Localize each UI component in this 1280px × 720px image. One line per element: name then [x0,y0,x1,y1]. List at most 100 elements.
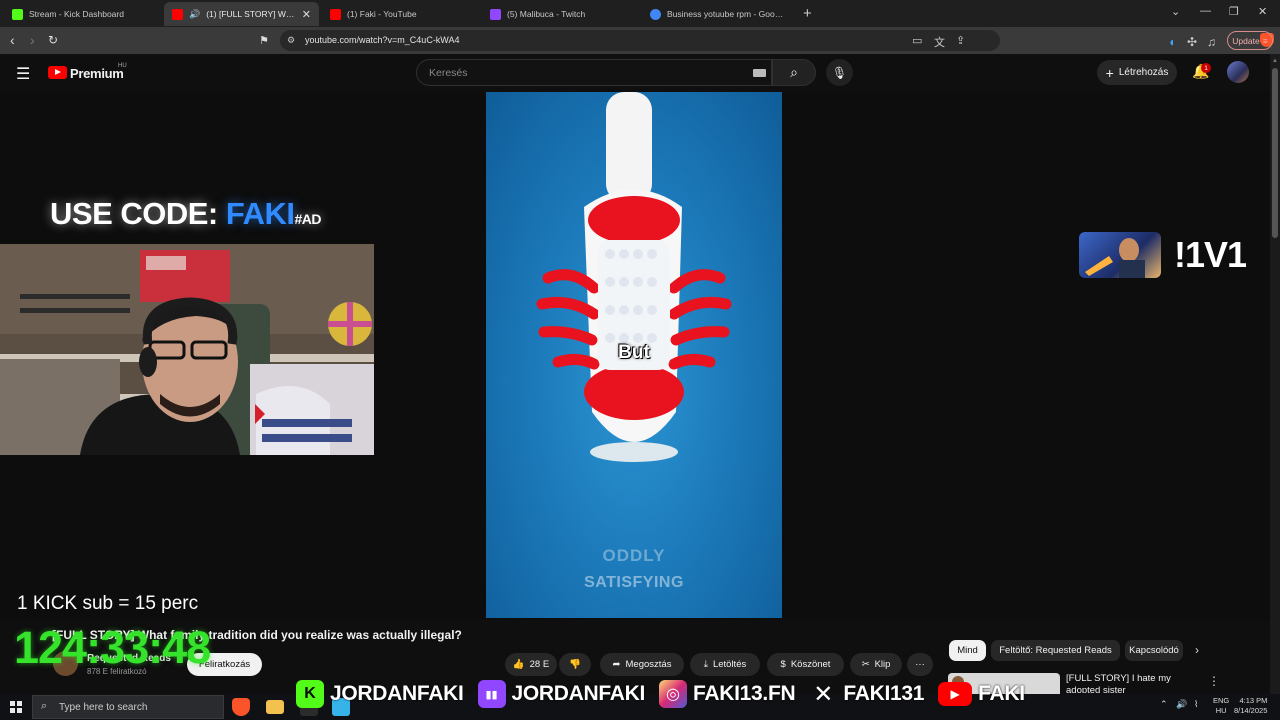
google-favicon-icon [650,8,661,20]
cast-icon[interactable]: ▭ [912,34,922,47]
instagram-handle: FAKI13.FN [693,682,796,705]
update-button[interactable]: Update ≡ [1227,31,1273,50]
microphone-icon: 🎙 [831,65,848,80]
tab-search-chevron-icon[interactable]: ⌄ [1171,5,1180,18]
recommended-more-icon[interactable]: ⋮ [1208,674,1220,688]
social-handles-overlay: K JORDANFAKI ▮▮ JORDANFAKI ◎ FAKI13.FN ✕… [296,679,1039,709]
search-icon: ⌕ [790,64,798,80]
more-actions-button[interactable]: ··· [907,653,933,676]
keyboard-icon[interactable] [753,69,766,77]
social-youtube: ▶ FAKI [938,682,1025,706]
like-button[interactable]: 👍 28 E [505,653,557,676]
language-indicator[interactable]: ENG HU [1213,696,1229,716]
webcam-feed [0,244,374,455]
hamburger-menu-icon[interactable]: ☰ [16,64,30,84]
recommended-title[interactable]: [FULL STORY] I hate my adopted sister [1066,673,1196,693]
volume-icon[interactable]: 🔊 [1176,699,1187,710]
lang-line-1: ENG [1213,696,1230,705]
1v1-command: !1V1 [1174,234,1247,275]
create-button[interactable]: + Létrehozás [1097,60,1177,85]
thanks-button[interactable]: $ Köszönet [767,653,844,676]
forward-icon[interactable]: › [30,32,35,48]
restore-icon[interactable]: ❐ [1229,5,1239,18]
tab-title: Stream - Kick Dashboard [29,9,124,19]
notification-badge: 1 [1201,63,1211,73]
search-input[interactable]: Keresés [416,59,772,86]
1v1-thumbnail [1079,232,1161,278]
tray-chevron-icon[interactable]: ⌃ [1160,699,1168,710]
new-tab-icon[interactable]: + [803,5,812,22]
windows-start-icon[interactable] [10,701,22,713]
search-button[interactable]: ⌕ [772,59,816,86]
translate-icon[interactable]: 文 [934,34,945,50]
channel-watermark-top: ODDLY [602,546,666,565]
brave-browser-icon[interactable] [232,698,250,716]
reload-icon[interactable]: ↻ [48,33,58,47]
browser-address-bar: ‹ › ↻ ⚑ ⚙ youtube.com/watch?v=m_C4uC-kWA… [0,27,1280,54]
tab-kick-dashboard[interactable]: Stream - Kick Dashboard [4,2,162,26]
site-info-icon[interactable]: ⚙ [287,35,295,46]
voice-search-button[interactable]: 🎙 [826,59,853,86]
close-window-icon[interactable]: ✕ [1258,5,1267,18]
file-explorer-icon[interactable] [266,700,284,714]
page-scrollbar[interactable]: ▲ [1270,54,1280,694]
streamer-webcam-illustration [0,244,374,455]
tab-malibuca-twitch[interactable]: (5) Malibuca - Twitch [482,2,640,26]
x-icon: ✕ [813,680,834,708]
tab-title: (1) [FULL STORY] What famil [206,9,296,19]
promo-code-overlay: USE CODE: FAKI#AD [50,196,321,232]
create-label: Létrehozás [1118,67,1169,78]
region-code: HU [118,63,127,69]
taskbar-clock[interactable]: 4:13 PM 8/14/2025 [1234,696,1267,716]
1v1-art [1085,238,1145,278]
network-icon[interactable]: ⌇ [1194,699,1198,710]
youtube-logo-icon[interactable] [48,66,67,79]
extensions-puzzle-icon[interactable]: ✣ [1187,35,1197,49]
twitch-favicon-icon [490,8,501,20]
super-thanks-icon: $ [780,659,786,670]
minimize-icon[interactable]: — [1200,5,1211,17]
chip-uploader[interactable]: Feltöltő: Requested Reads [991,640,1120,661]
premium-brand[interactable]: Premium [70,66,124,81]
chip-all[interactable]: Mind [949,640,986,661]
kick-favicon-icon [12,8,23,20]
scrollbar-thumb[interactable] [1272,68,1278,238]
chip-related[interactable]: Kapcsolódó [1125,640,1183,661]
like-count: 28 E [529,659,550,670]
close-tab-icon[interactable]: ✕ [302,8,311,21]
share-button[interactable]: ➦ Megosztás [600,653,684,676]
youtube-icon: ▶ [938,682,973,706]
tab-faki-youtube[interactable]: (1) Faki - YouTube [322,2,480,26]
bookmark-icon[interactable]: ⚑ [259,34,269,47]
media-icon[interactable]: ♫ [1207,35,1216,49]
video-caption: But [618,342,650,363]
tab-youtube-full-story[interactable]: 🔊 (1) [FULL STORY] What famil ✕ [164,2,319,26]
chevron-right-icon[interactable]: › [1195,643,1199,657]
promo-ad-tag: #AD [294,211,321,227]
scroll-up-icon[interactable]: ▲ [1272,58,1278,64]
back-icon[interactable]: ‹ [10,32,15,48]
url-field[interactable]: ⚙ youtube.com/watch?v=m_C4uC-kWA4 ▭ 文 ⇪ [280,30,1274,51]
tab-google-search[interactable]: Business yotuube rpm - Google-ker [642,2,792,26]
download-label: Letöltés [712,659,747,670]
clip-label: Klip [874,659,891,670]
tab-title: (5) Malibuca - Twitch [507,9,586,19]
update-label: Update [1232,35,1260,46]
subathon-timer: 124:33:48 [14,622,211,673]
download-button[interactable]: ⤓ Letöltés [690,653,760,676]
youtube-header: ☰ Premium HU Keresés ⌕ 🎙 + Létrehozás 🔔 … [0,54,1270,92]
video-frame[interactable]: But ODDLY SATISFYING [486,92,782,618]
taskbar-search-input[interactable]: ⌕ Type here to search [32,695,224,719]
extension-icon[interactable]: ◖ [1168,35,1175,49]
promo-code: FAKI [225,196,295,231]
url-text: youtube.com/watch?v=m_C4uC-kWA4 [305,35,460,45]
tab-title: Business yotuube rpm - Google-ker [667,9,784,19]
social-x: ✕ FAKI131 [809,680,924,708]
promo-prefix: USE CODE: [50,196,226,231]
share-page-icon[interactable]: ⇪ [956,34,965,47]
account-avatar[interactable] [1227,61,1249,83]
clip-button[interactable]: ✂ Klip [850,653,902,676]
download-icon: ⤓ [703,659,708,670]
channel-watermark-bottom: SATISFYING [584,574,684,591]
dislike-button[interactable]: 👎 [559,653,591,676]
